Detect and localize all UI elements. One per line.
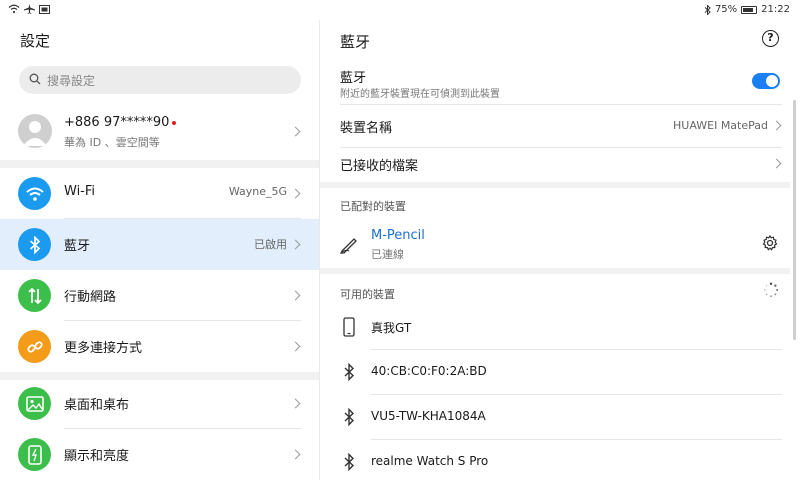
wifi-status-icon <box>8 4 20 14</box>
chevron-right-icon <box>771 120 782 131</box>
status-right: 75% 21:22 <box>704 4 790 15</box>
bluetooth-title: 藍牙 <box>340 33 371 51</box>
settings-item-bluetooth[interactable]: 藍牙 已啟用 <box>0 219 319 270</box>
search-icon <box>29 73 41 85</box>
bluetooth-label: 藍牙 <box>340 71 367 86</box>
available-device[interactable]: realme Watch S Pro <box>320 440 790 480</box>
settings-pane: 設定 搜尋設定 +886 97*****90 華為 ID 、雲空間等 Wi-Fi… <box>0 20 319 480</box>
settings-item-label: Wi-Fi <box>64 184 96 199</box>
section-gap <box>320 268 790 274</box>
chevron-right-icon <box>290 126 301 137</box>
airplane-status-icon <box>24 4 35 14</box>
settings-item-more-connections[interactable]: 更多連接方式 <box>0 321 319 372</box>
settings-item-label: 桌面和桌布 <box>64 398 130 413</box>
available-device-name: 真我GT <box>371 321 412 335</box>
settings-item-wallpaper[interactable]: 桌面和桌布 <box>0 378 319 429</box>
settings-item-mobile-network[interactable]: 行動網路 <box>0 270 319 321</box>
device-name-value: HUAWEI MatePad <box>673 119 768 132</box>
section-gap <box>0 160 319 168</box>
status-bar: 75% 21:22 <box>0 0 800 20</box>
available-device-name: 40:CB:C0:F0:2A:BD <box>371 364 487 378</box>
available-device-name: VU5-TW-KHA1084A <box>371 409 486 423</box>
account-row[interactable]: +886 97*****90 華為 ID 、雲空間等 <box>0 106 319 160</box>
nfc-status-icon <box>39 4 50 14</box>
settings-item-label: 更多連接方式 <box>64 341 143 356</box>
help-icon[interactable]: ? <box>762 30 779 47</box>
avatar <box>18 114 52 148</box>
display-icon <box>18 438 51 471</box>
available-device[interactable]: 40:CB:C0:F0:2A:BD <box>320 350 790 395</box>
received-files-row[interactable]: 已接收的檔案 <box>320 142 790 186</box>
mobile-data-icon <box>18 279 51 312</box>
section-gap <box>320 182 790 188</box>
phone-icon <box>343 317 355 337</box>
gear-icon[interactable] <box>762 235 778 251</box>
bluetooth-icon <box>344 362 355 382</box>
loading-spinner-icon <box>764 282 779 298</box>
pencil-icon <box>340 238 357 254</box>
bluetooth-icon <box>344 407 355 427</box>
paired-devices-header: 已配對的裝置 <box>340 200 406 213</box>
search-placeholder: 搜尋設定 <box>47 74 96 88</box>
bluetooth-icon <box>18 228 51 261</box>
notification-dot <box>172 120 177 125</box>
wallpaper-icon <box>18 387 51 420</box>
chevron-right-icon <box>290 239 301 250</box>
account-phone: +886 97*****90 <box>64 115 177 130</box>
bluetooth-toggle[interactable] <box>752 73 780 89</box>
battery-icon <box>741 5 758 14</box>
scrollbar[interactable] <box>793 100 796 340</box>
settings-item-wifi[interactable]: Wi-Fi Wayne_5G <box>0 168 319 219</box>
bluetooth-pane: 藍牙 ? 藍牙 附近的藍牙裝置現在可偵測到此裝置 裝置名稱 HUAWEI Mat… <box>320 20 800 480</box>
paired-device-name: M-Pencil <box>371 228 425 243</box>
bluetooth-description: 附近的藍牙裝置現在可偵測到此裝置 <box>340 89 500 100</box>
paired-device-m-pencil[interactable]: M-Pencil 已連線 <box>320 220 790 268</box>
settings-item-label: 藍牙 <box>64 239 91 254</box>
account-subtitle: 華為 ID 、雲空間等 <box>64 136 160 149</box>
bluetooth-status-icon <box>704 4 711 15</box>
chevron-right-icon <box>771 158 782 169</box>
search-input[interactable]: 搜尋設定 <box>19 66 301 94</box>
available-device[interactable]: 真我GT <box>320 305 790 350</box>
available-device[interactable]: VU5-TW-KHA1084A <box>320 395 790 440</box>
settings-item-label: 行動網路 <box>64 290 117 305</box>
chevron-right-icon <box>290 341 301 352</box>
received-files-label: 已接收的檔案 <box>340 159 419 174</box>
settings-item-value: 已啟用 <box>254 238 287 251</box>
device-name-label: 裝置名稱 <box>340 121 393 136</box>
chevron-right-icon <box>290 290 301 301</box>
battery-percent: 75% <box>714 4 738 15</box>
link-icon <box>18 330 51 363</box>
page-title: 設定 <box>20 32 51 50</box>
settings-item-display[interactable]: 顯示和亮度 <box>0 429 319 480</box>
chevron-right-icon <box>290 188 301 199</box>
chevron-right-icon <box>290 398 301 409</box>
available-device-name: realme Watch S Pro <box>371 454 489 468</box>
status-left <box>8 4 50 14</box>
available-devices-header: 可用的裝置 <box>340 288 395 301</box>
bluetooth-toggle-row: 藍牙 附近的藍牙裝置現在可偵測到此裝置 <box>320 64 800 106</box>
paired-device-status: 已連線 <box>371 248 404 261</box>
bluetooth-icon <box>344 452 355 472</box>
wifi-icon <box>18 177 51 210</box>
clock: 21:22 <box>761 4 790 15</box>
settings-item-value: Wayne_5G <box>228 185 287 198</box>
settings-item-label: 顯示和亮度 <box>64 449 130 464</box>
chevron-right-icon <box>290 449 301 460</box>
